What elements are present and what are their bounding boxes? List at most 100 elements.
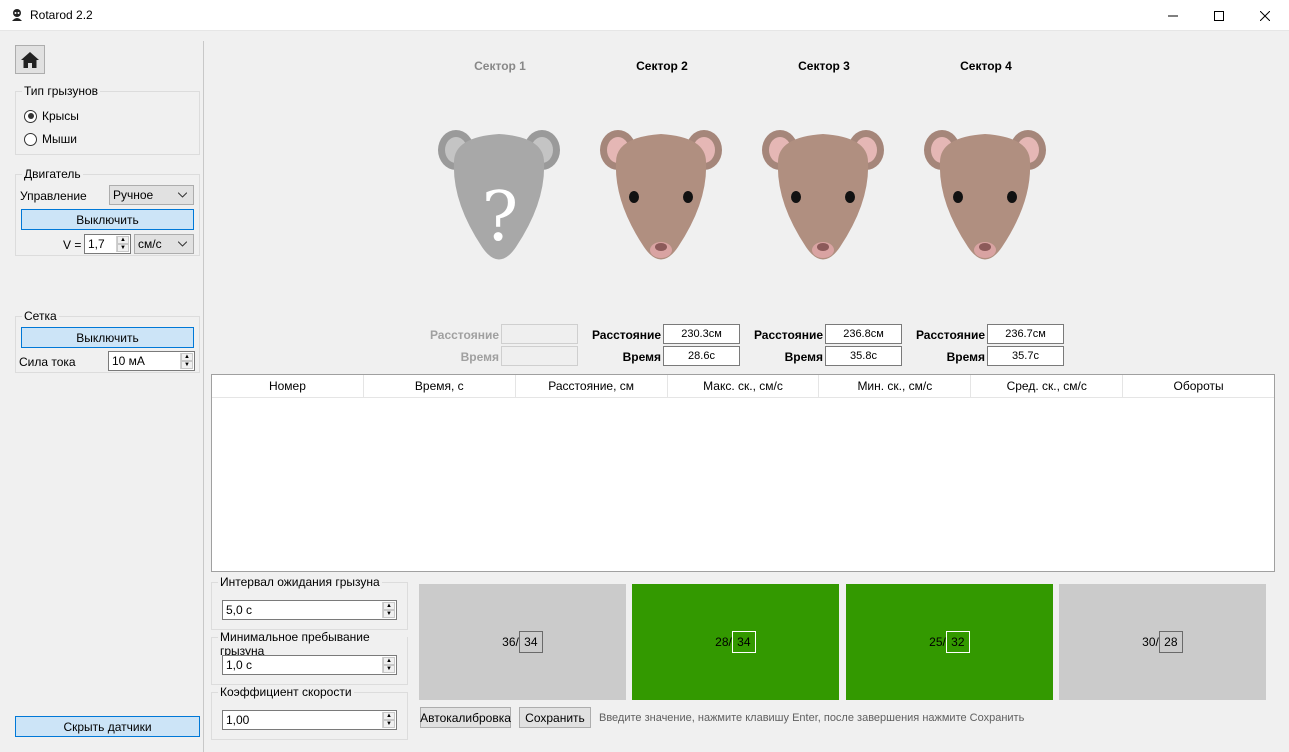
column-header[interactable]: Мин. ск., см/с (819, 375, 972, 397)
speed-coefficient-label: Коэффициент скорости (218, 685, 354, 699)
sensor-tile-3: 25/ 32 (846, 584, 1053, 700)
hint-text: Введите значение, нажмите клавишу Enter,… (599, 712, 1025, 724)
sector-3-time-label: Время (784, 350, 823, 364)
control-label: Управление (20, 189, 87, 203)
speed-coefficient-group: Коэффициент скорости 1,00 ▲ ▼ (211, 685, 408, 740)
column-header[interactable]: Номер (212, 375, 364, 397)
sector-3-title: Сектор 3 (798, 59, 850, 73)
spin-down-icon[interactable]: ▼ (181, 361, 193, 369)
spin-up-icon[interactable]: ▲ (117, 236, 129, 244)
spin-down-icon[interactable]: ▼ (117, 244, 129, 252)
column-header[interactable]: Расстояние, см (516, 375, 668, 397)
sector-4-distance-label: Расстояние (915, 328, 985, 342)
maximize-button[interactable] (1196, 0, 1242, 31)
motor-toggle-button[interactable]: Выключить (21, 209, 194, 230)
grid-group: Сетка Выключить Сила тока 10 мА ▲ ▼ (15, 309, 200, 373)
column-header[interactable]: Макс. ск., см/с (668, 375, 820, 397)
min-stay-input[interactable]: 1,0 с ▲ ▼ (222, 655, 397, 675)
sector-1-distance-field (501, 324, 578, 344)
rodent-type-title: Тип грызунов (22, 84, 101, 98)
radio-rats-indicator[interactable] (24, 109, 37, 123)
speed-input[interactable]: 1,7 ▲ ▼ (84, 234, 131, 254)
sector-3-distance-label: Расстояние (753, 328, 823, 342)
maximize-icon (1214, 10, 1224, 21)
app-icon (12, 9, 22, 21)
radio-rats[interactable]: Крысы (24, 109, 79, 123)
sensor-threshold-input[interactable]: 34 (518, 631, 543, 653)
autocalibrate-button[interactable]: Автокалибровка (420, 707, 511, 728)
sector-1-time-field (501, 346, 578, 366)
sector-2-title: Сектор 2 (636, 59, 688, 73)
window-title: Rotarod 2.2 (30, 8, 93, 22)
speed-stepper[interactable]: ▲ ▼ (116, 236, 129, 252)
sensor-current: 36/ (502, 635, 519, 649)
results-table[interactable]: Номер Время, с Расстояние, см Макс. ск.,… (211, 374, 1275, 572)
speed-label: V = (63, 238, 82, 252)
speed-coefficient-value: 1,00 (226, 713, 250, 727)
home-icon (21, 51, 39, 68)
home-button[interactable] (15, 45, 45, 74)
minimize-button[interactable] (1150, 0, 1196, 31)
sector-3-time-field: 35.8с (825, 346, 902, 366)
wait-interval-input[interactable]: 5,0 с ▲ ▼ (222, 600, 397, 620)
min-stay-stepper[interactable]: ▲ ▼ (382, 657, 395, 673)
sector-2-time-field: 28.6с (663, 346, 740, 366)
control-mode-select[interactable]: Ручное (109, 185, 194, 205)
spin-up-icon[interactable]: ▲ (181, 353, 193, 361)
sensor-threshold-input[interactable]: 32 (945, 631, 970, 653)
sector-1-title: Сектор 1 (474, 59, 526, 73)
column-header[interactable]: Время, с (364, 375, 516, 397)
speed-coefficient-stepper[interactable]: ▲ ▼ (382, 712, 395, 728)
sensor-threshold-input[interactable]: 28 (1158, 631, 1183, 653)
chevron-down-icon (178, 241, 187, 247)
panel-divider (203, 41, 204, 752)
wait-interval-stepper[interactable]: ▲ ▼ (382, 602, 395, 618)
radio-mice[interactable]: Мыши (24, 132, 77, 146)
chevron-down-icon (178, 192, 187, 198)
sector-4-title: Сектор 4 (960, 59, 1012, 73)
sector-1-time-label: Время (460, 350, 499, 364)
hide-sensors-button[interactable]: Скрыть датчики (15, 716, 200, 737)
minimize-icon (1168, 15, 1178, 16)
current-stepper[interactable]: ▲ ▼ (180, 353, 193, 369)
control-mode-value: Ручное (113, 188, 154, 202)
spin-up-icon[interactable]: ▲ (383, 712, 395, 720)
column-header[interactable]: Обороты (1123, 375, 1274, 397)
motor-title: Двигатель (22, 167, 83, 181)
save-button[interactable]: Сохранить (519, 707, 591, 728)
sector-4-time-label: Время (946, 350, 985, 364)
sensor-current: 25/ (929, 635, 946, 649)
wait-interval-label: Интервал ожидания грызуна (218, 575, 382, 589)
rat-face-icon (600, 130, 722, 260)
grid-title: Сетка (22, 309, 59, 323)
radio-mice-indicator[interactable] (24, 132, 37, 146)
column-header[interactable]: Сред. ск., см/с (971, 375, 1124, 397)
spin-up-icon[interactable]: ▲ (383, 657, 395, 665)
sector-3-distance-field: 236.8см (825, 324, 902, 344)
title-bar: Rotarod 2.2 (0, 0, 1289, 31)
sensor-threshold-input[interactable]: 34 (731, 631, 756, 653)
speed-unit-value: см/с (138, 237, 162, 251)
sector-4-distance-field: 236.7см (987, 324, 1064, 344)
speed-coefficient-input[interactable]: 1,00 ▲ ▼ (222, 710, 397, 730)
speed-value: 1,7 (88, 237, 105, 251)
rodent-type-group: Тип грызунов Крысы Мыши (15, 84, 200, 155)
min-stay-group: Минимальное пребывание грызуна 1,0 с ▲ ▼ (211, 630, 408, 685)
sensor-tile-4: 30/ 28 (1059, 584, 1266, 700)
spin-up-icon[interactable]: ▲ (383, 602, 395, 610)
svg-text:?: ? (482, 178, 518, 257)
current-value: 10 мА (112, 354, 145, 368)
current-input[interactable]: 10 мА ▲ ▼ (108, 351, 195, 371)
grid-toggle-button[interactable]: Выключить (21, 327, 194, 348)
sector-1-distance-label: Расстояние (429, 328, 499, 342)
rat-unknown-icon: ? (438, 130, 560, 260)
wait-interval-group: Интервал ожидания грызуна 5,0 с ▲ ▼ (211, 575, 408, 630)
spin-down-icon[interactable]: ▼ (383, 720, 395, 728)
speed-unit-select[interactable]: см/с (134, 234, 194, 254)
close-button[interactable] (1242, 0, 1288, 31)
spin-down-icon[interactable]: ▼ (383, 665, 395, 673)
table-header: Номер Время, с Расстояние, см Макс. ск.,… (212, 375, 1274, 398)
spin-down-icon[interactable]: ▼ (383, 610, 395, 618)
wait-interval-value: 5,0 с (226, 603, 253, 617)
close-icon (1260, 10, 1270, 21)
